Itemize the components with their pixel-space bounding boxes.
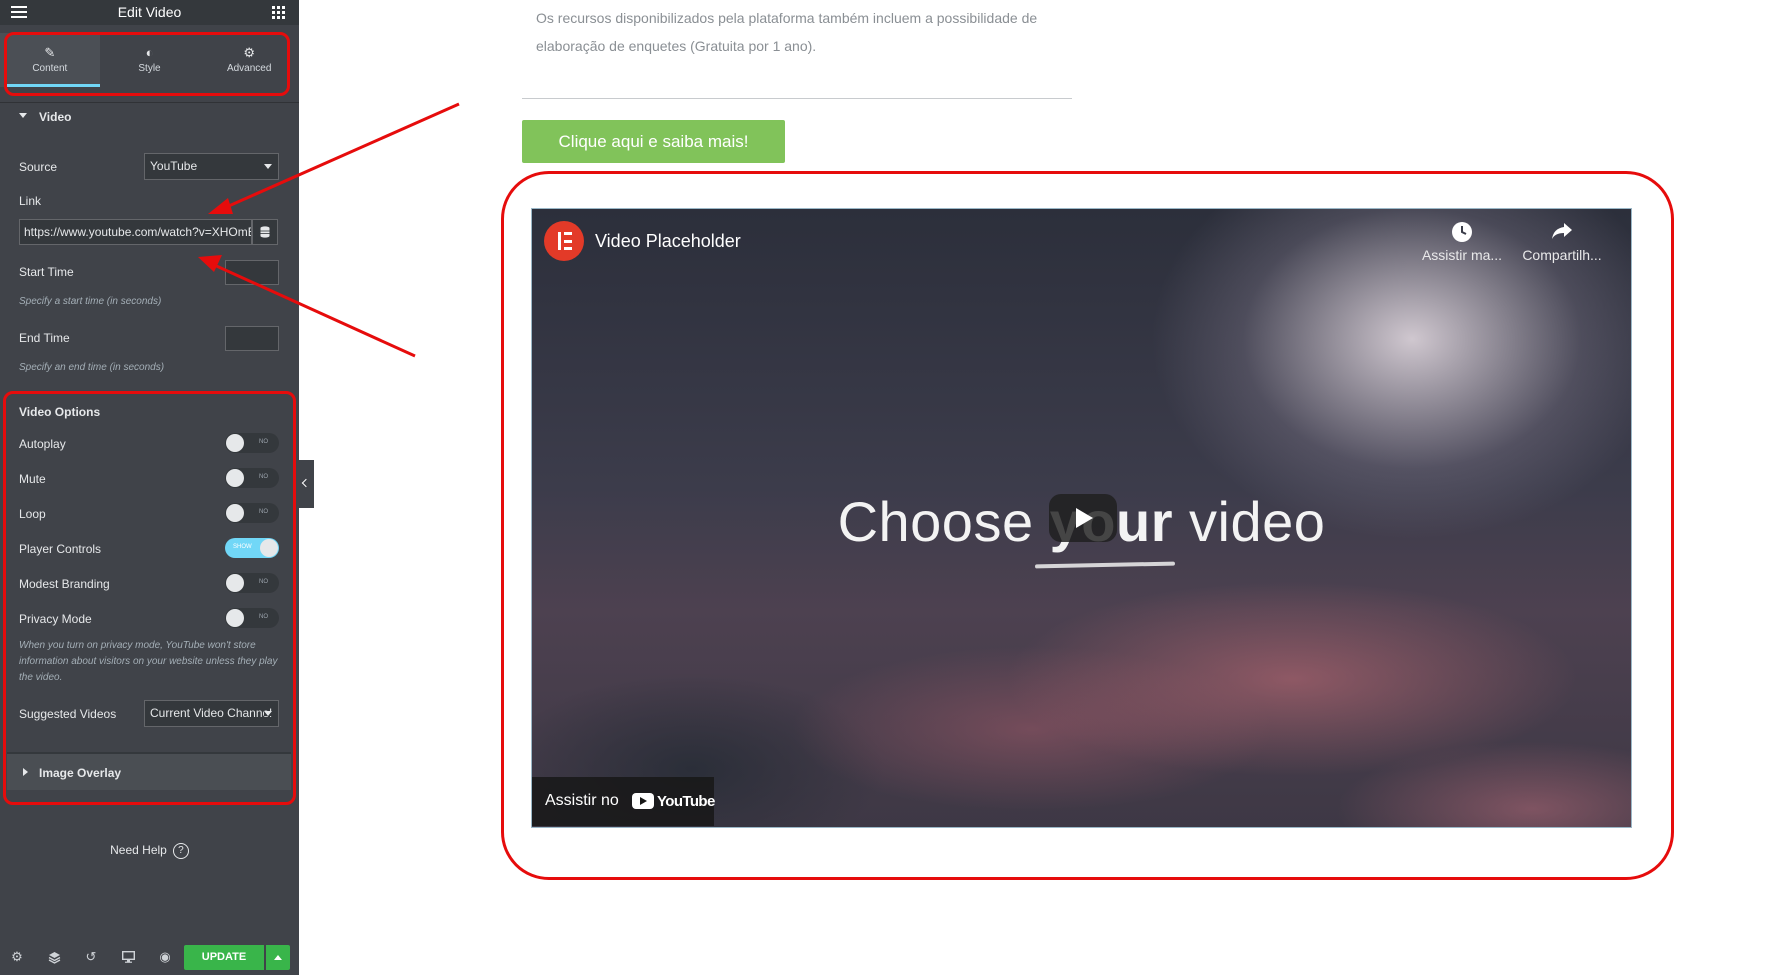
switch-state: NO	[259, 474, 268, 480]
panel-title: Edit Video	[117, 4, 182, 20]
autoplay-label: Autoplay	[19, 437, 66, 451]
tab-advanced-label: Advanced	[226, 63, 272, 74]
channel-avatar-icon[interactable]	[544, 221, 584, 261]
switch-knob	[260, 539, 278, 557]
switch-knob	[226, 469, 244, 487]
switch-knob	[226, 574, 244, 592]
caret-right-icon	[23, 768, 28, 776]
need-help-label: Need Help	[110, 843, 167, 858]
mute-label: Mute	[19, 472, 46, 486]
switch-knob	[226, 504, 244, 522]
privacy-mode-label: Privacy Mode	[19, 612, 92, 626]
panel-header: Edit Video	[0, 0, 299, 25]
mute-switch[interactable]: NO	[225, 468, 279, 488]
page-paragraph: Os recursos disponibilizados pela plataf…	[536, 10, 1038, 54]
switch-state: NO	[259, 614, 268, 620]
video-embed[interactable]: Video Placeholder Assistir ma... Compart…	[531, 208, 1632, 828]
navigator-layers-icon[interactable]	[45, 948, 63, 966]
link-input[interactable]: https://www.youtube.com/watch?v=XHOmBV4j…	[19, 219, 252, 245]
editor-panel: Edit Video ✎ Content ◐ Style ⚙ Advanced …	[0, 0, 299, 975]
watch-later-button[interactable]: Assistir ma...	[1417, 221, 1507, 263]
youtube-play-icon	[632, 793, 654, 809]
headline-part-1: Choose	[837, 490, 1050, 553]
start-time-hint: Specify a start time (in seconds)	[19, 296, 162, 307]
player-controls-label: Player Controls	[19, 542, 102, 556]
share-arrow-icon	[1517, 221, 1607, 247]
share-button[interactable]: Compartilh...	[1517, 221, 1607, 263]
end-time-input[interactable]	[225, 326, 279, 351]
need-help-link[interactable]: Need Help?	[0, 843, 299, 859]
loop-label: Loop	[19, 507, 46, 521]
youtube-wordmark: YouTube	[657, 792, 715, 810]
switch-knob	[226, 434, 244, 452]
cta-button[interactable]: Clique aqui e saiba mais!	[522, 120, 785, 163]
start-time-input[interactable]	[225, 260, 279, 285]
gear-icon: ⚙	[243, 45, 255, 60]
source-select[interactable]: YouTube	[144, 153, 279, 180]
modest-branding-label: Modest Branding	[19, 577, 110, 591]
update-options-button[interactable]	[266, 945, 290, 970]
chevron-down-icon	[264, 164, 272, 169]
widgets-grid-icon[interactable]	[272, 6, 285, 19]
page-divider	[522, 98, 1072, 99]
panel-footer: ⚙ ↺ ◉ UPDATE	[0, 940, 299, 975]
tab-style-label: Style	[138, 63, 161, 74]
source-select-value: YouTube	[150, 159, 198, 173]
panel-tabs: ✎ Content ◐ Style ⚙ Advanced	[0, 33, 299, 87]
end-time-hint: Specify an end time (in seconds)	[19, 362, 165, 373]
section-video-header[interactable]: Video	[0, 102, 299, 132]
end-time-label: End Time	[19, 331, 70, 345]
tab-advanced[interactable]: ⚙ Advanced	[199, 33, 299, 87]
section-video-label: Video	[39, 110, 72, 124]
suggested-videos-value: Current Video Channel	[150, 706, 272, 720]
responsive-desktop-icon[interactable]	[119, 948, 137, 966]
video-title[interactable]: Video Placeholder	[595, 231, 741, 252]
tab-content-label: Content	[32, 63, 68, 74]
source-label: Source	[19, 160, 58, 174]
share-label: Compartilh...	[1522, 247, 1602, 263]
video-options-title: Video Options	[19, 405, 101, 419]
settings-gear-icon[interactable]: ⚙	[8, 948, 26, 966]
autoplay-switch[interactable]: NO	[225, 433, 279, 453]
headline-part-3: video	[1173, 490, 1326, 553]
panel-collapse-handle[interactable]	[299, 460, 314, 508]
loop-switch[interactable]: NO	[225, 503, 279, 523]
clock-icon	[1417, 221, 1507, 247]
watch-later-label: Assistir ma...	[1421, 247, 1503, 263]
section-image-overlay-label: Image Overlay	[39, 766, 122, 780]
start-time-label: Start Time	[19, 265, 74, 279]
help-question-icon: ?	[172, 843, 189, 859]
switch-state: NO	[259, 439, 268, 445]
player-controls-switch[interactable]: SHOW	[225, 538, 279, 558]
modest-branding-switch[interactable]: NO	[225, 573, 279, 593]
youtube-logo: YouTube	[632, 791, 715, 811]
suggested-videos-select[interactable]: Current Video Channel	[144, 700, 279, 727]
switch-knob	[226, 609, 244, 627]
history-icon[interactable]: ↺	[82, 948, 100, 966]
switch-state: SHOW	[233, 544, 252, 550]
dynamic-tags-icon[interactable]	[252, 219, 278, 245]
play-icon	[1076, 508, 1093, 528]
watch-on-youtube-button[interactable]: Assistir no YouTube	[532, 777, 715, 826]
switch-state: NO	[259, 579, 268, 585]
chevron-left-icon	[301, 478, 311, 488]
tab-content[interactable]: ✎ Content	[0, 33, 100, 87]
update-button[interactable]: UPDATE	[184, 945, 264, 970]
preview-eye-icon[interactable]: ◉	[156, 948, 174, 966]
switch-state: NO	[259, 509, 268, 515]
caret-down-icon	[19, 113, 27, 118]
watch-on-label: Assistir no	[545, 792, 619, 809]
caret-up-icon	[274, 955, 282, 960]
tab-style[interactable]: ◐ Style	[100, 33, 200, 87]
suggested-videos-label: Suggested Videos	[19, 707, 117, 721]
pencil-icon: ✎	[44, 45, 56, 60]
section-image-overlay-header[interactable]: Image Overlay	[7, 752, 291, 790]
privacy-mode-hint: When you turn on privacy mode, YouTube w…	[19, 640, 278, 683]
chevron-down-icon	[264, 711, 272, 716]
play-button[interactable]	[1049, 494, 1117, 542]
privacy-mode-switch[interactable]: NO	[225, 608, 279, 628]
link-label: Link	[19, 194, 42, 208]
contrast-icon: ◐	[145, 45, 154, 60]
